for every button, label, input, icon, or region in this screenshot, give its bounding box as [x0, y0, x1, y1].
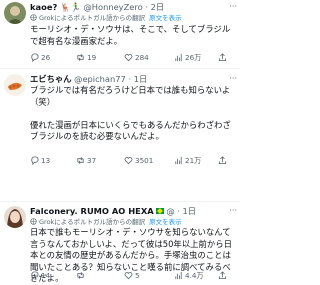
tweet-paragraph: モーリシオ・デ・ソウサは、そこで、そしてブラジルで超有名な漫画家だよ。 — [30, 24, 231, 46]
retweet-button[interactable]: 37 — [76, 156, 124, 165]
tweet[interactable]: kaoe? 🦌🏃‍♂️ @HonneyZero · 2日 ··· Grokによる… — [0, 2, 240, 68]
reply-icon — [31, 156, 39, 165]
separator — [0, 201, 240, 202]
views-button[interactable]: 4.4万 — [174, 271, 218, 281]
globe-icon — [30, 218, 37, 225]
tweet-text: ブラジルでは有名だろうけど日本では誰も知らないよ（笑） 優れた漫画が日本にいくら… — [30, 85, 236, 143]
tweet-paragraph: 優れた漫画が日本にいくらでもあるんだからわざわざブラジルのを読む必要ないんだよ。 — [30, 119, 231, 142]
timestamp[interactable]: · 2日 — [145, 2, 164, 12]
user-handle[interactable]: @epichan77 — [74, 74, 126, 84]
retweet-icon — [77, 54, 84, 61]
share-button[interactable] — [218, 53, 227, 62]
reply-button[interactable]: 13 — [30, 156, 76, 165]
views-icon — [175, 271, 182, 280]
translation-label: Grokによるポルトガル語からの翻訳 — [39, 218, 146, 226]
like-button[interactable]: 284 — [124, 53, 174, 62]
retweet-icon — [77, 272, 84, 279]
reply-button[interactable]: 26 — [30, 53, 76, 62]
reply-count: 13 — [41, 156, 51, 165]
tweet-header: Falconery. RUMO AO HEXA @ · 1日 — [30, 206, 236, 217]
views-icon — [175, 156, 182, 165]
tweet-header: エビちゃん @epichan77 · 1日 — [30, 74, 236, 85]
like-button[interactable]: 5 — [124, 271, 174, 280]
reply-icon — [31, 271, 39, 280]
reply-icon — [31, 53, 39, 62]
reply-button[interactable]: 14 — [30, 271, 76, 280]
heart-icon — [124, 157, 133, 165]
tweet-actions: 26 19 284 26万 — [30, 52, 236, 63]
retweet-icon — [77, 157, 84, 164]
more-options-icon[interactable]: ··· — [229, 206, 237, 216]
retweet-button[interactable] — [76, 271, 124, 280]
heart-icon — [124, 54, 133, 62]
display-name[interactable]: kaoe? 🦌🏃‍♂️ — [30, 2, 81, 12]
tweet-text: モーリシオ・デ・ソウサは、そこで、そしてブラジルで超有名な漫画家だよ。 — [30, 24, 236, 47]
view-count: 4.4万 — [185, 270, 204, 280]
timestamp[interactable]: · 1日 — [128, 74, 147, 84]
heart-icon — [124, 272, 133, 280]
display-name[interactable]: Falconery. RUMO AO HEXA — [30, 206, 154, 216]
view-count: 21万 — [185, 155, 202, 165]
retweet-count: 37 — [87, 156, 97, 165]
share-button[interactable] — [218, 156, 227, 165]
avatar[interactable] — [4, 2, 26, 24]
tweet-actions: 14 5 4.4万 — [30, 270, 236, 281]
views-button[interactable]: 26万 — [174, 53, 218, 63]
share-icon — [218, 156, 227, 165]
translation-label: Grokによるポルトガル語からの翻訳 — [39, 14, 146, 22]
view-count: 26万 — [185, 52, 202, 62]
tweet[interactable]: Falconery. RUMO AO HEXA @ · 1日 ··· Grokに… — [0, 206, 240, 283]
more-options-icon[interactable]: ··· — [229, 2, 237, 12]
tweet[interactable]: エビちゃん @epichan77 · 1日 ··· ブラジルでは有名だろうけど日… — [0, 74, 240, 170]
share-button[interactable] — [218, 271, 227, 280]
share-icon — [218, 53, 227, 62]
show-original-link[interactable]: 原文を表示 — [149, 14, 182, 22]
translation-note: Grokによるポルトガル語からの翻訳 原文を表示 — [30, 13, 182, 23]
translation-note: Grokによるポルトガル語からの翻訳 原文を表示 — [30, 217, 182, 227]
views-button[interactable]: 21万 — [174, 156, 218, 166]
show-original-link[interactable]: 原文を表示 — [149, 218, 182, 226]
user-handle[interactable]: @HonneyZero — [83, 2, 142, 12]
reply-count: 26 — [41, 53, 51, 62]
retweet-button[interactable]: 19 — [76, 53, 124, 62]
avatar[interactable] — [4, 206, 26, 228]
tweet-paragraph: ブラジルでは有名だろうけど日本では誰も知らないよ（笑） — [30, 85, 231, 107]
like-count: 284 — [135, 53, 149, 62]
like-count: 3501 — [135, 156, 154, 165]
retweet-count: 19 — [87, 53, 97, 62]
display-name[interactable]: エビちゃん — [30, 74, 72, 84]
reply-count: 14 — [41, 271, 51, 280]
user-handle[interactable]: @ — [166, 206, 174, 216]
like-button[interactable]: 3501 — [124, 156, 174, 165]
views-icon — [175, 53, 182, 62]
avatar[interactable] — [4, 74, 26, 96]
timestamp[interactable]: · 1日 — [177, 206, 196, 216]
brazil-flag-icon — [155, 208, 164, 214]
tweet-header: kaoe? 🦌🏃‍♂️ @HonneyZero · 2日 — [30, 2, 236, 13]
like-count: 5 — [135, 271, 140, 280]
globe-icon — [30, 14, 37, 21]
separator — [0, 68, 240, 69]
more-options-icon[interactable]: ··· — [229, 74, 237, 84]
share-icon — [218, 271, 227, 280]
tweet-actions: 13 37 3501 21万 — [30, 155, 236, 166]
